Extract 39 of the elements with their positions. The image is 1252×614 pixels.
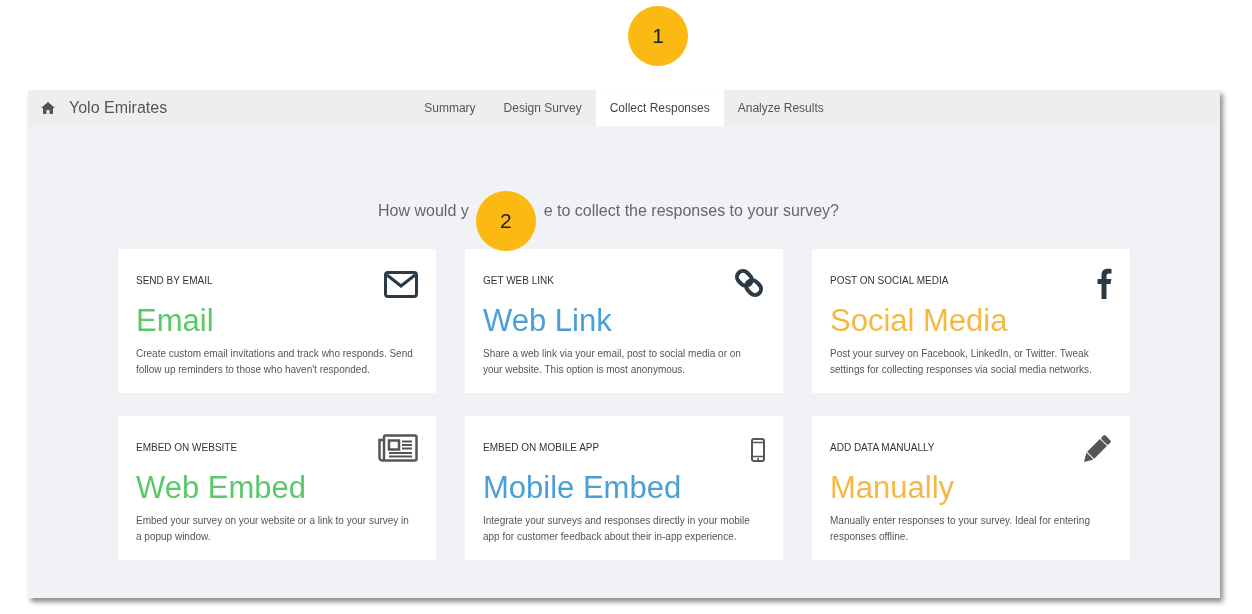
envelope-icon xyxy=(384,271,418,298)
card-label: EMBED ON WEBSITE xyxy=(136,442,238,454)
newspaper-icon xyxy=(378,434,418,462)
card-label: GET WEB LINK xyxy=(483,275,554,287)
card-title: Mobile Embed xyxy=(483,470,683,506)
card-description: Post your survey on Facebook, LinkedIn, or Twitter. Tweak settings for collecting responses via social media networks. xyxy=(830,347,1093,377)
card-description: Integrate your surveys and responses directly in your mobile app for customer feedback about their in-app experience. xyxy=(483,514,751,544)
heading-text: e to collect the responses to your survey? xyxy=(543,202,839,220)
option-card[interactable]: EMBED ON WEBSITE Web Embed Embed your survey on your website or a link to your survey in a popup window. xyxy=(118,416,436,560)
card-label: EMBED ON MOBILE APP xyxy=(483,442,600,454)
callout-badge: 2 xyxy=(475,191,536,251)
card-description: Create custom email invitations and track who responds. Send follow up reminders to those who haven't responded. xyxy=(136,347,414,377)
chain-link-icon xyxy=(733,267,765,299)
tab[interactable]: Summary xyxy=(410,90,490,126)
heading-text: How would y xyxy=(378,202,469,220)
option-card[interactable]: EMBED ON MOBILE APP Mobile Embed Integrate your surveys and responses directly in your mobile app for customer feedback about their in-app experience. xyxy=(465,416,783,560)
project-title: Yolo Emirates xyxy=(69,99,168,117)
card-title: Social Media xyxy=(830,303,1009,339)
card-description: Share a web link via your email, post to social media or on your website. This option is most anonymous. xyxy=(483,347,742,377)
f-logo-icon xyxy=(1097,267,1112,299)
home-icon[interactable] xyxy=(41,102,55,114)
option-card[interactable]: POST ON SOCIAL MEDIA Social Media Post your survey on Facebook, LinkedIn, or Twitter. Tweak settings for collecting responses via social media networks. xyxy=(812,249,1130,393)
mobile-phone-icon xyxy=(751,438,765,462)
card-label: SEND BY EMAIL xyxy=(136,275,213,287)
option-card[interactable]: SEND BY EMAIL Email Create custom email invitations and track who responds. Send follow up reminders to those who haven't responded. xyxy=(118,249,436,393)
card-title: Email xyxy=(136,303,215,339)
card-title: Manually xyxy=(830,470,956,506)
card-description: Embed your survey on your website or a link to your survey in a popup window. xyxy=(136,514,410,544)
callout-badge: 1 xyxy=(628,6,688,66)
option-card[interactable]: ADD DATA MANUALLY Manually Manually enter responses to your survey. Ideal for entering responses offline. xyxy=(812,416,1130,560)
card-label: ADD DATA MANUALLY xyxy=(830,442,935,454)
card-title: Web Link xyxy=(483,303,613,339)
tab[interactable]: Analyze Results xyxy=(723,90,838,126)
card-label: POST ON SOCIAL MEDIA xyxy=(830,275,949,287)
card-description: Manually enter responses to your survey. Ideal for entering responses offline. xyxy=(830,514,1091,544)
option-card[interactable]: GET WEB LINK Web Link Share a web link via your email, post to social media or on your website. This option is most anonymous. xyxy=(465,249,783,393)
tab[interactable]: Design Survey xyxy=(489,90,596,126)
card-title: Web Embed xyxy=(136,470,307,506)
tab[interactable]: Collect Responses xyxy=(595,90,724,126)
